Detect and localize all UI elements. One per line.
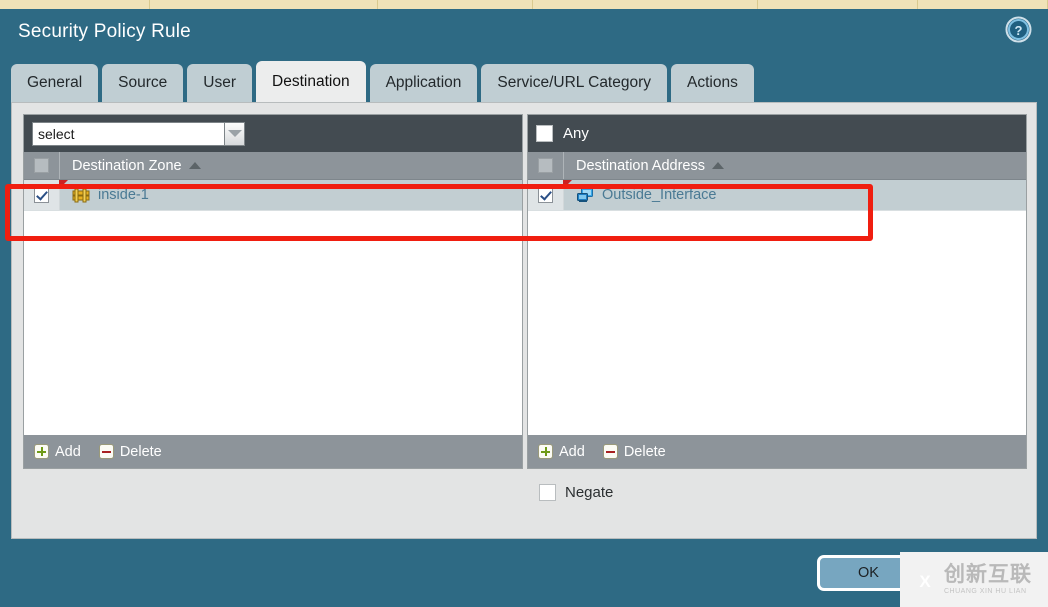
delete-label: Delete (119, 443, 162, 460)
bg-cell (150, 0, 378, 9)
modified-flag-icon (59, 180, 68, 189)
destination-zone-toolbar (24, 115, 522, 152)
tab-destination[interactable]: Destination (256, 61, 366, 102)
select-all-header-cell[interactable] (528, 152, 564, 179)
minus-icon (602, 444, 618, 459)
negate-row[interactable]: Negate (539, 484, 613, 501)
destination-zone-column-header[interactable]: Destination Zone (60, 158, 201, 174)
any-checkbox[interactable] (536, 125, 553, 142)
destination-address-table-header: Destination Address (528, 152, 1026, 180)
tab-bar: General Source User Destination Applicat… (11, 61, 754, 102)
tab-user[interactable]: User (187, 64, 253, 102)
columns-container: Destination Zone (23, 114, 1027, 469)
row-label-cell[interactable]: inside-1 (60, 187, 149, 203)
row-label-cell[interactable]: Outside_Interface (564, 187, 716, 203)
bg-cell (758, 0, 918, 9)
modified-flag-icon (563, 180, 572, 189)
any-checkbox-row[interactable]: Any (536, 125, 589, 142)
destination-address-column: Any Destination Address Outside_Interfac… (527, 114, 1027, 469)
select-all-header-cell[interactable] (24, 152, 60, 179)
tab-application[interactable]: Application (369, 64, 478, 102)
bg-cell (378, 0, 533, 9)
destination-address-footer: Add Delete (528, 435, 1026, 468)
destination-zone-table-header: Destination Zone (24, 152, 522, 180)
zone-icon (72, 187, 90, 203)
add-label: Add (55, 443, 81, 460)
negate-checkbox[interactable] (539, 484, 556, 501)
tab-actions[interactable]: Actions (671, 64, 754, 102)
destination-address-column-header[interactable]: Destination Address (564, 158, 724, 174)
table-row[interactable]: inside-1 (24, 180, 522, 211)
watermark: X 创新互联 CHUANG XIN HU LIAN (900, 552, 1048, 607)
security-policy-rule-dialog: Security Policy Rule ? General Source Us… (0, 9, 1048, 607)
destination-zone-select-input[interactable] (32, 121, 224, 146)
destination-address-toolbar: Any (528, 115, 1026, 152)
background-grid-strip (0, 0, 1048, 9)
negate-label: Negate (565, 484, 614, 501)
destination-zone-column: Destination Zone (23, 114, 523, 469)
help-circle-icon[interactable]: ? (1005, 16, 1032, 43)
tab-general[interactable]: General (11, 64, 99, 102)
watermark-logo-icon: X (906, 563, 940, 597)
row-select-cell[interactable] (528, 180, 572, 210)
add-destination-zone-button[interactable]: Add (34, 444, 81, 460)
tab-source[interactable]: Source (102, 64, 184, 102)
plus-icon (538, 444, 553, 459)
select-all-checkbox[interactable] (538, 158, 553, 173)
destination-zone-table-body: inside-1 (24, 180, 522, 435)
row-label: Outside_Interface (602, 187, 717, 203)
delete-destination-zone-button[interactable]: Delete (98, 443, 162, 460)
row-label: inside-1 (98, 187, 149, 203)
sort-ascending-icon[interactable] (188, 162, 201, 169)
add-destination-address-button[interactable]: Add (538, 444, 585, 460)
minus-icon (98, 444, 114, 459)
row-checkbox[interactable] (34, 187, 49, 203)
page-title: Security Policy Rule (18, 21, 191, 42)
destination-address-header-label: Destination Address (576, 157, 705, 174)
chevron-down-icon[interactable] (224, 121, 245, 146)
table-row[interactable]: Outside_Interface (528, 180, 1026, 211)
destination-zone-select[interactable] (32, 121, 245, 146)
tab-service-url-category[interactable]: Service/URL Category (481, 64, 668, 102)
destination-address-table-body: Outside_Interface (528, 180, 1026, 435)
row-select-cell[interactable] (24, 180, 68, 210)
delete-label: Delete (623, 443, 666, 460)
row-checkbox[interactable] (538, 187, 553, 203)
watermark-en: CHUANG XIN HU LIAN (944, 588, 1027, 595)
add-label: Add (559, 443, 585, 460)
sort-ascending-icon[interactable] (711, 162, 724, 169)
destination-tab-panel: Destination Zone (11, 102, 1037, 539)
bg-cell (533, 0, 758, 9)
watermark-text: 创新互联 CHUANG XIN HU LIAN (944, 562, 1032, 596)
bg-cell (918, 0, 1048, 9)
select-all-checkbox[interactable] (34, 158, 49, 173)
delete-destination-address-button[interactable]: Delete (602, 443, 666, 460)
destination-zone-header-label: Destination Zone (72, 157, 182, 174)
network-computer-icon (576, 187, 594, 203)
svg-text:?: ? (1015, 23, 1023, 38)
watermark-cn: 创新互联 (944, 562, 1032, 586)
any-label: Any (563, 125, 589, 142)
svg-text:X: X (919, 572, 931, 591)
bg-cell (0, 0, 150, 9)
plus-icon (34, 444, 49, 459)
destination-zone-footer: Add Delete (24, 435, 522, 468)
